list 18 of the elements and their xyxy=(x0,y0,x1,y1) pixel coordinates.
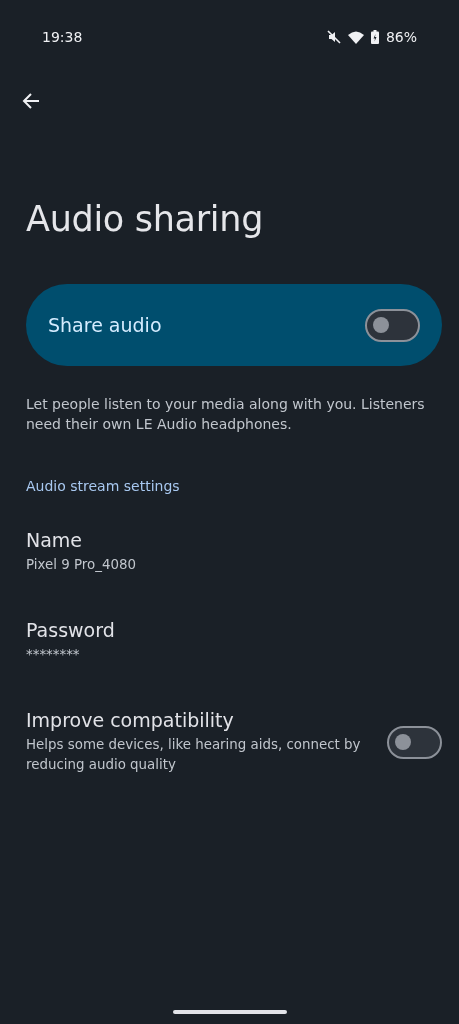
setting-title[interactable]: Improve compatibility xyxy=(26,709,377,731)
battery-icon xyxy=(370,30,379,44)
setting-title[interactable]: Password xyxy=(26,619,442,641)
setting-summary: Helps some devices, like hearing aids, connect by reducing audio quality xyxy=(26,736,362,774)
wifi-icon xyxy=(347,30,364,44)
description-text: Let people listen to your media along with you. Listeners need their own LE Audio headphones. xyxy=(26,395,426,434)
toggle-switch[interactable] xyxy=(365,308,420,342)
status-time: 19:38 xyxy=(42,29,83,45)
setting-title[interactable]: Name xyxy=(26,529,442,551)
page-title: Audio sharing xyxy=(26,199,265,239)
setting-summary: Pixel 9 Pro_4080 xyxy=(26,556,138,574)
setting-summary: ******** xyxy=(26,646,81,664)
share-audio-label: Share audio xyxy=(48,314,162,336)
back-arrow-icon xyxy=(22,92,40,110)
mute-icon xyxy=(326,30,341,44)
toggle-switch[interactable] xyxy=(387,725,442,759)
battery-level: 86% xyxy=(385,29,417,45)
section-header: Audio stream settings xyxy=(26,478,181,494)
